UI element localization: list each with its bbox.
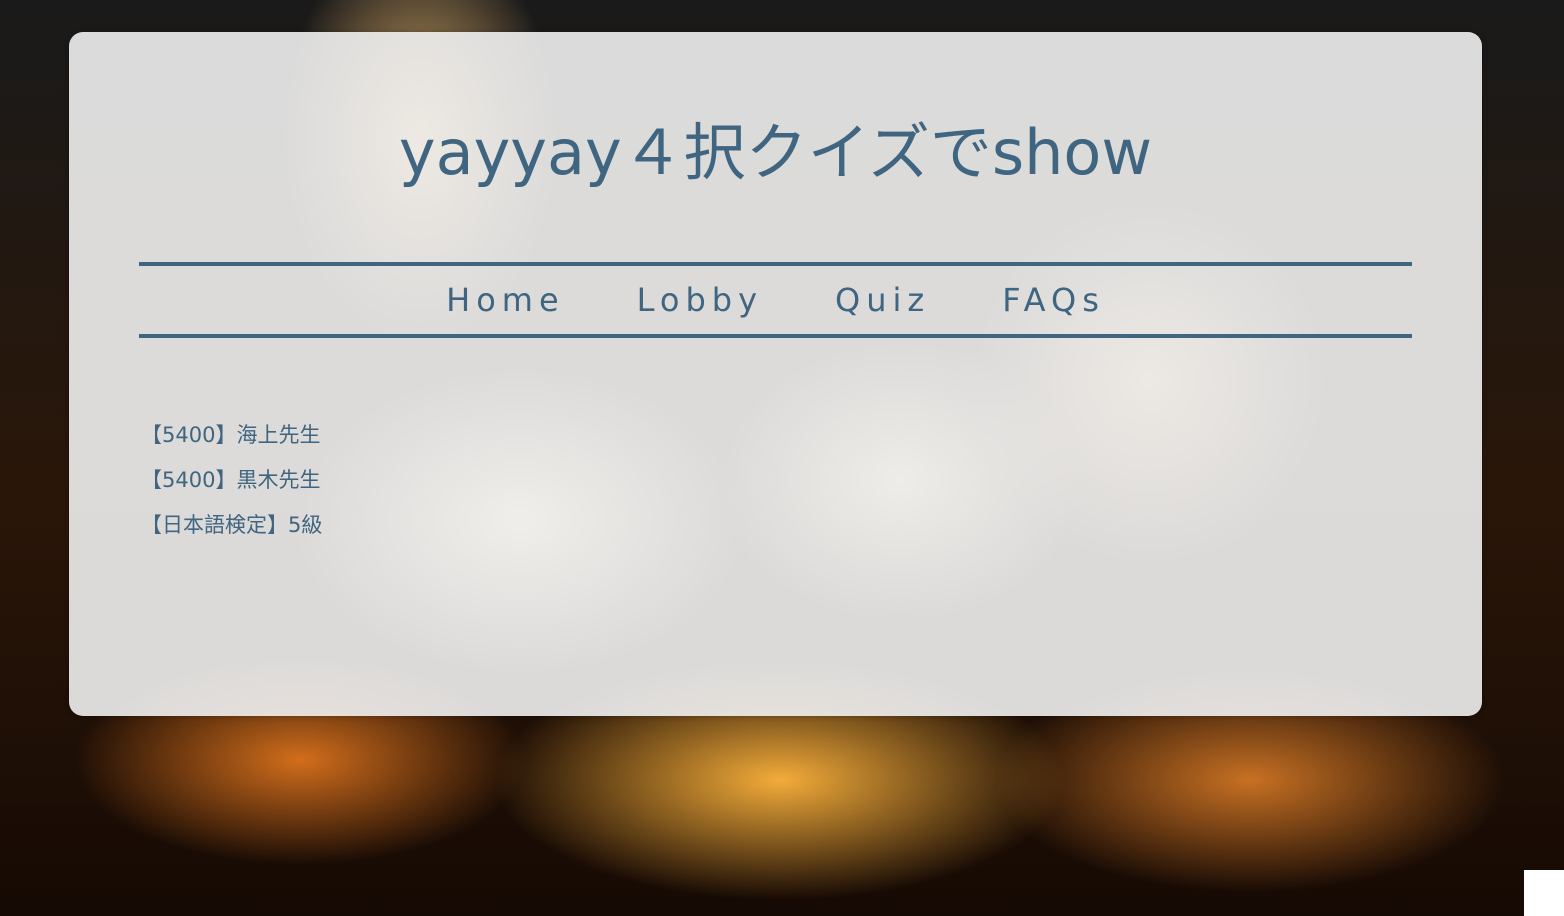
blank-corner bbox=[1524, 870, 1564, 916]
main-nav: Home Lobby Quiz FAQs bbox=[139, 262, 1412, 338]
quiz-link-item[interactable]: 【5400】海上先生 bbox=[141, 422, 322, 449]
quiz-link-item[interactable]: 【5400】黒木先生 bbox=[141, 467, 322, 494]
nav-lobby-link[interactable]: Lobby bbox=[637, 281, 763, 319]
quiz-link-list: 【5400】海上先生 【5400】黒木先生 【日本語検定】5級 bbox=[141, 422, 322, 557]
main-panel: yayyay４択クイズでshow Home Lobby Quiz FAQs 【5… bbox=[69, 32, 1482, 716]
nav-faqs-link[interactable]: FAQs bbox=[1002, 281, 1105, 319]
site-title: yayyay４択クイズでshow bbox=[398, 116, 1153, 189]
quiz-link-item[interactable]: 【日本語検定】5級 bbox=[141, 512, 322, 539]
nav-home-link[interactable]: Home bbox=[446, 281, 565, 319]
nav-quiz-link[interactable]: Quiz bbox=[835, 281, 930, 319]
